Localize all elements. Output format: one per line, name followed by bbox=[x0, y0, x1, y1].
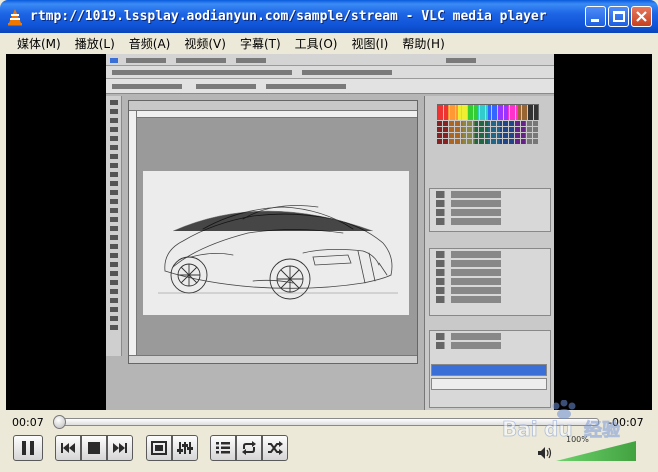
speaker-icon[interactable] bbox=[538, 447, 552, 459]
playlist-icon bbox=[216, 442, 230, 454]
previous-icon bbox=[61, 443, 75, 453]
seek-bar[interactable] bbox=[53, 415, 599, 429]
car-sketch-canvas bbox=[143, 171, 409, 315]
ps-menubar-strip bbox=[106, 66, 554, 79]
close-icon bbox=[636, 11, 647, 22]
close-button[interactable] bbox=[631, 6, 652, 27]
playlist-button[interactable] bbox=[210, 435, 236, 461]
pause-button[interactable] bbox=[13, 435, 43, 461]
volume-slider[interactable]: 100% bbox=[556, 435, 636, 461]
elapsed-time: 00:07 bbox=[12, 416, 44, 429]
fullscreen-icon bbox=[151, 441, 167, 455]
minimize-button[interactable] bbox=[585, 6, 606, 27]
ps-document-window bbox=[128, 100, 418, 364]
menu-playback[interactable]: 播放(L) bbox=[68, 35, 122, 52]
equalizer-icon bbox=[177, 442, 193, 454]
extended-settings-button[interactable] bbox=[172, 435, 198, 461]
video-area[interactable] bbox=[6, 54, 652, 410]
seek-handle[interactable] bbox=[53, 415, 66, 429]
playback-controls: 00:07 -00:07 100% bbox=[4, 410, 654, 472]
volume-percent: 100% bbox=[566, 435, 589, 444]
fullscreen-button[interactable] bbox=[146, 435, 172, 461]
window-title: rtmp://1019.lssplay.aodianyun.com/sample… bbox=[30, 9, 547, 24]
ps-toolbox bbox=[106, 96, 122, 356]
shuffle-icon bbox=[268, 441, 283, 455]
menu-subtitle[interactable]: 字幕(T) bbox=[233, 35, 288, 52]
loop-button[interactable] bbox=[236, 435, 262, 461]
menu-media[interactable]: 媒体(M) bbox=[10, 35, 68, 52]
menu-audio[interactable]: 音频(A) bbox=[122, 35, 178, 52]
ps-menu-strip bbox=[106, 54, 554, 66]
title-bar: rtmp://1019.lssplay.aodianyun.com/sample… bbox=[0, 0, 658, 33]
menu-bar: 媒体(M) 播放(L) 音频(A) 视频(V) 字幕(T) 工具(O) 视图(I… bbox=[4, 33, 654, 54]
remaining-time: -00:07 bbox=[608, 416, 644, 429]
pause-icon bbox=[20, 441, 36, 455]
menu-tools[interactable]: 工具(O) bbox=[288, 35, 345, 52]
stop-icon bbox=[88, 442, 100, 454]
next-button[interactable] bbox=[107, 435, 133, 461]
next-icon bbox=[113, 443, 127, 453]
ps-options-strip bbox=[106, 79, 554, 94]
shuffle-button[interactable] bbox=[262, 435, 288, 461]
menu-view[interactable]: 视图(I) bbox=[344, 35, 395, 52]
ps-right-panels bbox=[424, 96, 554, 410]
volume-level bbox=[556, 441, 636, 461]
previous-button[interactable] bbox=[55, 435, 81, 461]
menu-help[interactable]: 帮助(H) bbox=[395, 35, 451, 52]
stop-button[interactable] bbox=[81, 435, 107, 461]
car-sketch-image bbox=[158, 205, 398, 300]
maximize-button[interactable] bbox=[608, 6, 629, 27]
video-frame-photoshop bbox=[106, 54, 554, 410]
vlc-cone-icon bbox=[6, 8, 24, 26]
menu-video[interactable]: 视频(V) bbox=[177, 35, 233, 52]
loop-icon bbox=[242, 441, 256, 455]
